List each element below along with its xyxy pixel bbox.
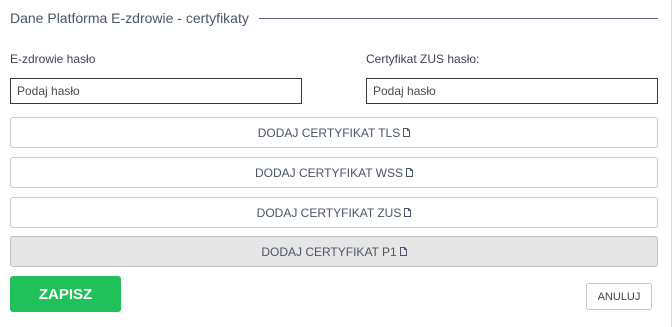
section-title: Dane Platforma E-zdrowie - certyfikaty xyxy=(10,10,249,26)
document-icon xyxy=(404,208,412,217)
zus-password-label: Certyfikat ZUS hasło: xyxy=(366,52,480,66)
add-zus-certificate-button[interactable]: DODAJ CERTYFIKAT ZUS xyxy=(10,197,658,228)
document-icon xyxy=(399,247,407,256)
zus-password-input[interactable] xyxy=(366,78,658,104)
save-button[interactable]: ZAPISZ xyxy=(10,276,121,312)
section-divider xyxy=(258,17,658,19)
cancel-button[interactable]: ANULUJ xyxy=(586,283,652,310)
ezdrowie-password-input[interactable] xyxy=(10,78,302,104)
button-label: DODAJ CERTYFIKAT WSS xyxy=(254,165,404,180)
button-label: DODAJ CERTYFIKAT P1 xyxy=(261,244,397,259)
button-label: DODAJ CERTYFIKAT TLS xyxy=(257,125,401,140)
document-icon xyxy=(406,168,414,177)
document-icon xyxy=(403,128,411,137)
add-wss-certificate-button[interactable]: DODAJ CERTYFIKAT WSS xyxy=(10,157,658,188)
add-tls-certificate-button[interactable]: DODAJ CERTYFIKAT TLS xyxy=(10,117,658,148)
ezdrowie-password-label: E-zdrowie hasło xyxy=(10,52,96,66)
section-header: Dane Platforma E-zdrowie - certyfikaty xyxy=(10,8,658,28)
button-label: DODAJ CERTYFIKAT ZUS xyxy=(256,205,402,220)
add-p1-certificate-button[interactable]: DODAJ CERTYFIKAT P1 xyxy=(10,236,658,267)
